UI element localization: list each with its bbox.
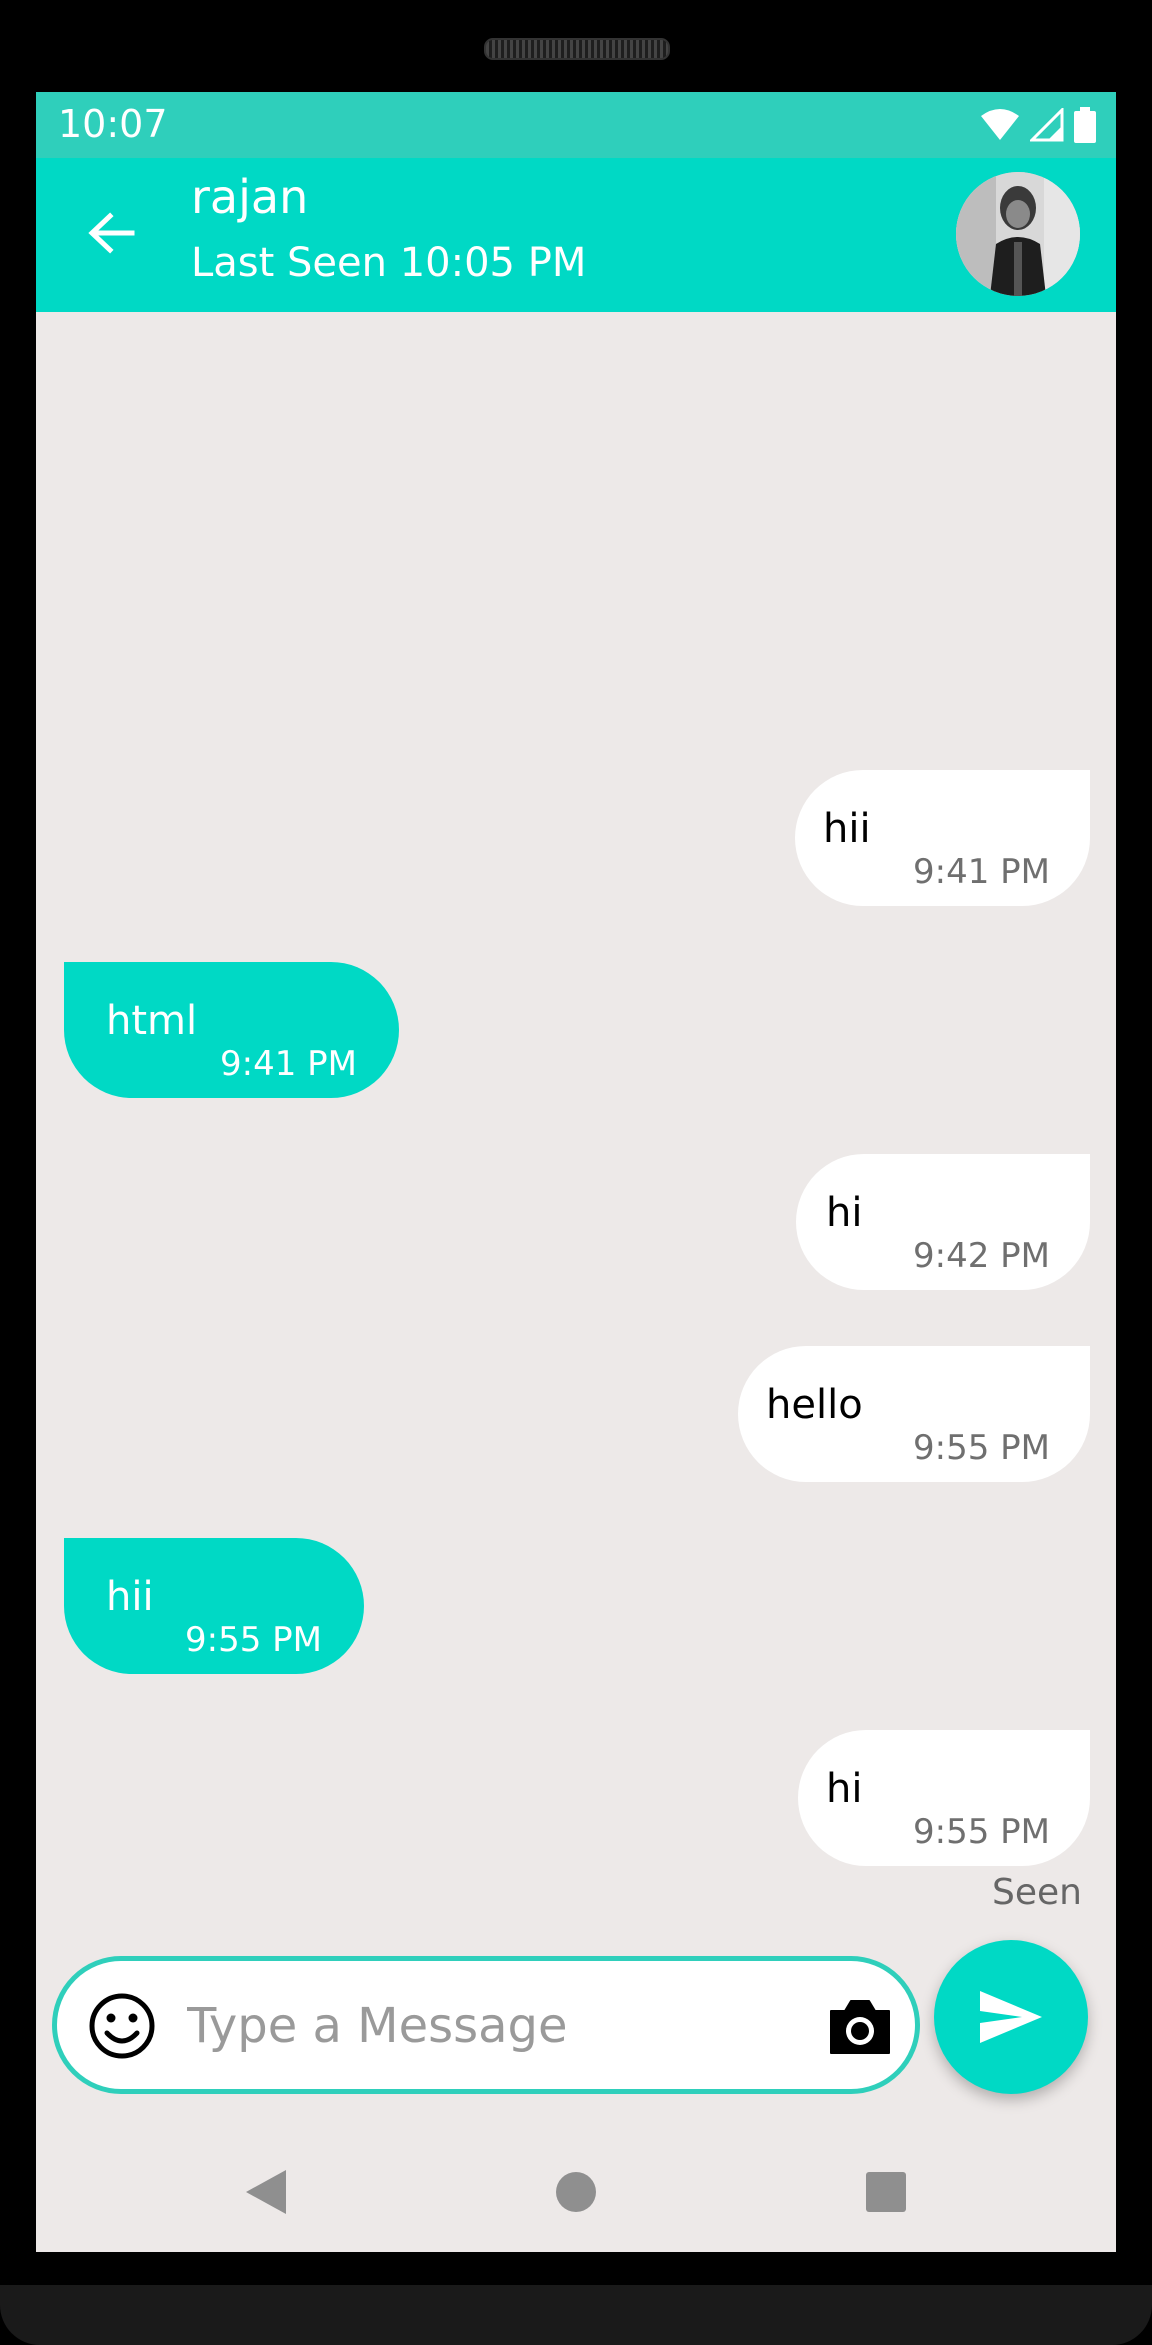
message-bubble[interactable]: hii 9:41 PM	[795, 770, 1090, 906]
chat-header: rajan Last Seen 10:05 PM	[36, 158, 1116, 312]
message-time: 9:41 PM	[220, 1044, 357, 1084]
message-bubble[interactable]: html 9:41 PM	[64, 962, 399, 1098]
camera-button[interactable]	[827, 1997, 893, 2057]
chat-screen: 10:07 rajan Last Seen 10:05 PM hii 9:41 …	[36, 92, 1116, 2252]
nav-back-button[interactable]	[234, 2160, 298, 2224]
nav-home-button[interactable]	[544, 2160, 608, 2224]
message-text: hii	[106, 1574, 154, 1620]
camera-icon	[830, 2000, 890, 2054]
contact-avatar[interactable]	[956, 172, 1080, 296]
signal-icon	[1030, 108, 1064, 142]
contact-name[interactable]: rajan	[191, 170, 308, 224]
message-time: 9:55 PM	[913, 1812, 1050, 1852]
message-bubble[interactable]: hii 9:55 PM	[64, 1538, 364, 1674]
status-time: 10:07	[58, 102, 168, 146]
message-text: hello	[766, 1382, 863, 1428]
message-composer	[52, 1956, 920, 2094]
message-input[interactable]	[185, 1985, 789, 2067]
phone-chin	[0, 2285, 1152, 2345]
message-text: hii	[823, 806, 871, 852]
phone-frame: 10:07 rajan Last Seen 10:05 PM hii 9:41 …	[0, 0, 1152, 2345]
status-icons	[980, 106, 1096, 144]
message-text: hi	[826, 1766, 863, 1812]
message-time: 9:42 PM	[913, 1236, 1050, 1276]
battery-icon	[1074, 107, 1096, 143]
avatar-photo	[956, 172, 1080, 296]
smiley-icon	[89, 1993, 155, 2059]
square-recents-icon	[866, 2172, 906, 2212]
wifi-icon	[981, 109, 1019, 140]
message-time: 9:41 PM	[913, 852, 1050, 892]
triangle-back-icon	[246, 2170, 286, 2214]
back-button[interactable]	[76, 198, 146, 268]
message-bubble[interactable]: hi 9:55 PM	[798, 1730, 1090, 1866]
last-seen-status: Last Seen 10:05 PM	[191, 240, 587, 286]
send-button[interactable]	[934, 1940, 1088, 2094]
circle-home-icon	[556, 2172, 596, 2212]
emoji-button[interactable]	[87, 1991, 157, 2061]
message-text: html	[106, 998, 198, 1044]
send-icon	[980, 1991, 1042, 2043]
message-bubble[interactable]: hello 9:55 PM	[738, 1346, 1090, 1482]
speaker-grille	[484, 38, 670, 60]
system-nav-bar	[36, 2132, 1116, 2252]
message-bubble[interactable]: hi 9:42 PM	[796, 1154, 1090, 1290]
message-time: 9:55 PM	[913, 1428, 1050, 1468]
message-time: 9:55 PM	[185, 1620, 322, 1660]
status-bar: 10:07	[36, 92, 1116, 158]
message-text: hi	[826, 1190, 863, 1236]
seen-indicator: Seen	[992, 1872, 1082, 1913]
nav-recents-button[interactable]	[854, 2160, 918, 2224]
arrow-left-icon	[88, 212, 135, 254]
